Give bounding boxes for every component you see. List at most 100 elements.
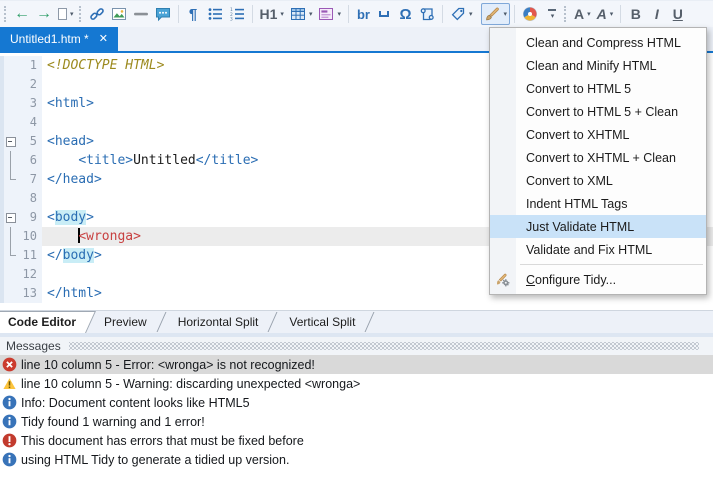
info-icon — [2, 395, 17, 410]
bold-button[interactable]: B — [625, 3, 646, 25]
toolbar-separator — [620, 5, 621, 23]
menu-item-label: Clean and Minify HTML — [526, 59, 657, 73]
message-row[interactable]: This document has errors that must be fi… — [0, 431, 713, 450]
error-cross-icon — [2, 357, 17, 372]
special-char-icon: Ω — [399, 6, 411, 23]
unordered-list-icon — [207, 6, 223, 22]
toolbar-separator — [178, 5, 179, 23]
line-number: 7 — [17, 170, 42, 189]
comment-icon — [155, 6, 171, 22]
nbsp-icon — [379, 11, 389, 17]
line-number: 2 — [17, 75, 42, 94]
format-brush-icon — [484, 6, 500, 22]
font-dropdown-button[interactable]: A▾ — [571, 3, 594, 25]
ordered-list-button[interactable]: 123 — [226, 3, 248, 25]
document-tab-title: Untitled1.htm * — [10, 32, 89, 46]
special-char-button[interactable]: Ω — [395, 3, 416, 25]
menu-item-convert-to-xml[interactable]: Convert to XML — [490, 169, 706, 192]
table-icon — [290, 6, 306, 22]
menu-item-convert-to-xhtml[interactable]: Convert to XHTML — [490, 123, 706, 146]
underline-button[interactable]: U — [667, 3, 688, 25]
toolbar-overflow-button[interactable]: ▾ — [541, 3, 562, 25]
menu-item-label: Convert to XHTML — [526, 128, 630, 142]
menu-item-convert-to-html-5[interactable]: Convert to HTML 5 — [490, 77, 706, 100]
info-icon — [2, 452, 17, 467]
heading-dropdown-button[interactable]: H1▾ — [257, 3, 287, 25]
info-icon — [2, 414, 17, 429]
history-page-icon — [58, 8, 67, 20]
menu-item-label: Convert to XHTML + Clean — [526, 151, 676, 165]
color-picker-button[interactable] — [519, 3, 541, 25]
warning-icon — [2, 376, 17, 391]
history-dropdown-button[interactable]: ▾ — [55, 3, 77, 25]
view-tab-label: Horizontal Split — [178, 315, 259, 329]
message-row[interactable]: line 10 column 5 - Error: <wronga> is no… — [0, 355, 713, 374]
fold-gutter — [4, 56, 17, 75]
view-tab-preview[interactable]: Preview — [96, 311, 159, 333]
toolbar-separator — [442, 5, 443, 23]
back-arrow-icon: ← — [14, 6, 30, 22]
menu-item-clean-and-minify-html[interactable]: Clean and Minify HTML — [490, 54, 706, 77]
line-number: 9 — [17, 208, 42, 227]
view-tab-label: Preview — [104, 315, 147, 329]
messages-header-label: Messages — [6, 339, 61, 353]
insert-hr-button[interactable] — [130, 3, 152, 25]
script-button[interactable] — [416, 3, 438, 25]
message-text: using HTML Tidy to generate a tidied up … — [21, 453, 289, 467]
nbsp-button[interactable] — [374, 3, 395, 25]
error-bang-icon — [2, 433, 17, 448]
insert-link-button[interactable] — [86, 3, 108, 25]
view-tab-horizontal-split[interactable]: Horizontal Split — [170, 311, 271, 333]
font-style-dropdown-button[interactable]: A▾ — [594, 3, 617, 25]
messages-list: line 10 column 5 - Error: <wronga> is no… — [0, 355, 713, 469]
message-text: Info: Document content looks like HTML5 — [21, 396, 250, 410]
menu-item-clean-and-compress-html[interactable]: Clean and Compress HTML — [490, 31, 706, 54]
tag-dropdown-button[interactable]: ▾ — [447, 3, 476, 25]
back-button[interactable]: ← — [11, 3, 33, 25]
document-tab[interactable]: Untitled1.htm * ✕ — [0, 27, 118, 51]
view-tab-code-editor[interactable]: Code Editor — [0, 311, 96, 333]
fold-gutter — [4, 265, 17, 284]
form-dropdown-button[interactable]: ▾ — [315, 3, 344, 25]
italic-button[interactable]: I — [646, 3, 667, 25]
message-row[interactable]: Tidy found 1 warning and 1 error! — [0, 412, 713, 431]
tag-icon — [450, 6, 466, 22]
paragraph-button[interactable]: ¶ — [183, 3, 204, 25]
menu-item-indent-html-tags[interactable]: Indent HTML Tags — [490, 192, 706, 215]
menu-item-convert-to-html-5-clean[interactable]: Convert to HTML 5 + Clean — [490, 100, 706, 123]
fold-collapse-icon[interactable] — [4, 208, 17, 227]
insert-comment-button[interactable] — [152, 3, 174, 25]
svg-text:3: 3 — [230, 17, 233, 22]
message-row[interactable]: line 10 column 5 - Warning: discarding u… — [0, 374, 713, 393]
script-icon — [419, 6, 435, 22]
menu-item-convert-to-xhtml-clean[interactable]: Convert to XHTML + Clean — [490, 146, 706, 169]
line-break-icon: br — [357, 7, 370, 22]
line-number: 4 — [17, 113, 42, 132]
tidy-dropdown-button[interactable]: ▾ — [481, 3, 510, 25]
message-row[interactable]: Info: Document content looks like HTML5 — [0, 393, 713, 412]
unordered-list-button[interactable] — [204, 3, 226, 25]
view-tabs: Code Editor Preview Horizontal Split Vertic… — [0, 310, 713, 333]
menu-item-configure-tidy[interactable]: Configure Tidy... — [490, 268, 706, 291]
forward-button[interactable]: → — [33, 3, 55, 25]
menu-item-validate-and-fix-html[interactable]: Validate and Fix HTML — [490, 238, 706, 261]
chevron-down-icon: ▾ — [280, 10, 284, 18]
view-tab-vertical-split[interactable]: Vertical Split — [281, 311, 367, 333]
insert-image-button[interactable] — [108, 3, 130, 25]
message-text: Tidy found 1 warning and 1 error! — [21, 415, 205, 429]
chevron-down-icon: ▾ — [503, 10, 507, 18]
menu-item-label: Just Validate HTML — [526, 220, 634, 234]
fold-gutter — [4, 75, 17, 94]
fold-collapse-icon[interactable] — [4, 132, 17, 151]
line-break-button[interactable]: br — [353, 3, 374, 25]
message-row[interactable]: using HTML Tidy to generate a tidied up … — [0, 450, 713, 469]
menu-item-label: Configure Tidy... — [526, 273, 616, 287]
line-number: 8 — [17, 189, 42, 208]
chevron-down-icon: ▾ — [469, 10, 473, 18]
message-text: This document has errors that must be fi… — [21, 434, 304, 448]
pilcrow-icon: ¶ — [189, 6, 197, 23]
menu-item-just-validate-html[interactable]: Just Validate HTML — [490, 215, 706, 238]
tab-close-icon[interactable]: ✕ — [99, 34, 108, 45]
bold-icon: B — [631, 6, 641, 22]
table-dropdown-button[interactable]: ▾ — [287, 3, 316, 25]
